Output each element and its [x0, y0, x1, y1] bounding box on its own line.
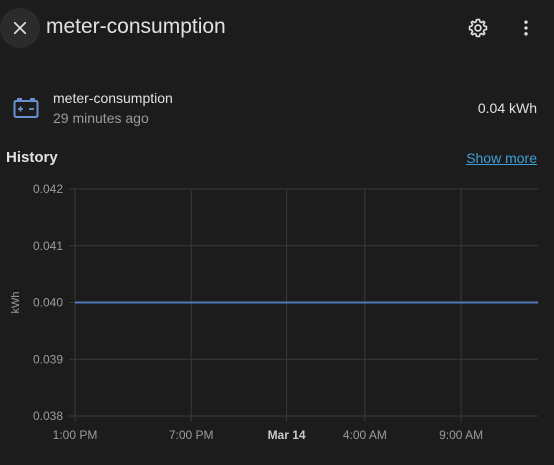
y-tick-label: 0.042	[33, 182, 63, 196]
x-tick-label: 7:00 PM	[169, 428, 214, 442]
y-axis-label: kWh	[10, 292, 22, 314]
x-tick-label: 1:00 PM	[53, 428, 98, 442]
history-heading: History	[6, 149, 58, 166]
more-options-button[interactable]	[506, 8, 546, 48]
y-tick-label: 0.040	[33, 296, 63, 310]
y-tick-label: 0.041	[33, 239, 63, 253]
more-vertical-icon	[524, 20, 528, 36]
settings-button[interactable]	[458, 8, 498, 48]
entity-row[interactable]: meter-consumption 29 minutes ago 0.04 kW…	[0, 86, 554, 130]
dialog-header: meter-consumption	[0, 0, 554, 56]
y-tick-label: 0.039	[33, 352, 63, 366]
dialog-title: meter-consumption	[46, 15, 226, 38]
show-more-link[interactable]: Show more	[466, 150, 537, 166]
gear-icon	[468, 18, 488, 38]
x-tick-label: Mar 14	[268, 428, 306, 442]
close-icon	[13, 21, 27, 35]
entity-name: meter-consumption	[53, 90, 173, 106]
entity-state: 0.04 kWh	[477, 100, 537, 116]
history-chart[interactable]: 0.042 0.041 0.040 0.039 0.038 1:00 PM 7:00 PM M…	[0, 175, 554, 465]
entity-last-changed: 29 minutes ago	[53, 110, 149, 126]
x-tick-label: 4:00 AM	[343, 428, 387, 442]
x-tick-label: 9:00 AM	[439, 428, 483, 442]
y-tick-label: 0.038	[33, 409, 63, 423]
close-button[interactable]	[0, 8, 40, 48]
battery-charging-icon	[13, 98, 39, 118]
more-info-dialog: meter-consumption meter-consumption 29 m…	[0, 0, 554, 465]
